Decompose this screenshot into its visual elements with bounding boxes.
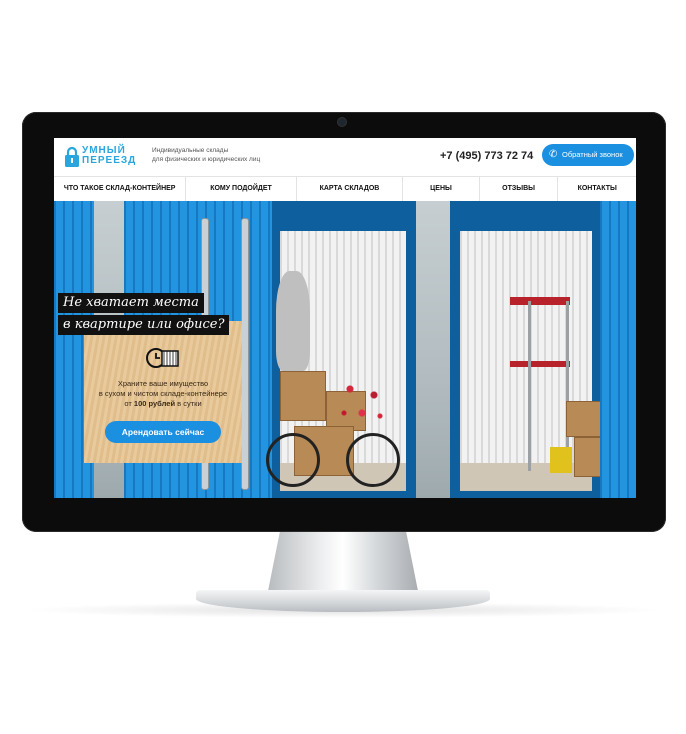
wall [416,201,450,498]
main-nav: ЧТО ТАКОЕ СКЛАД-КОНТЕЙНЕР КОМУ ПОДОЙДЕТ … [54,176,636,202]
price-suffix: в сутки [177,399,202,408]
monitor-stand-neck [268,531,418,591]
callback-button[interactable]: ✆ Обратный звонок [542,144,634,166]
logo[interactable]: УМНЫЙ ПЕРЕЕЗД [64,144,144,170]
hero-headline-line1: Не хватает места [58,293,204,313]
nav-item-who-fits[interactable]: КОМУ ПОДОЙДЕТ [186,177,297,201]
promo-text-line2: в сухом и чистом складе-контейнере [98,389,228,398]
nav-item-reviews[interactable]: ОТЗЫВЫ [480,177,559,201]
cardboard-box [280,371,326,421]
rent-now-button[interactable]: Арендовать сейчас [105,421,221,443]
hand-truck [550,447,572,473]
lion-statue [276,271,310,371]
lock-icon [65,146,79,167]
bicycle-wheel [266,433,320,487]
container-right [600,201,636,498]
callback-button-label: Обратный звонок [562,150,623,159]
door-lock-bar [242,219,248,489]
hero-headline-line2: в квартире или офисе? [58,315,230,335]
nav-item-contacts[interactable]: КОНТАКТЫ [558,177,636,201]
tagline-line1: Индивидуальные склады [152,147,229,154]
rack-post [566,301,569,471]
box-clock-icon [146,348,179,368]
logo-text: УМНЫЙ ПЕРЕЕЗД [82,146,136,166]
bicycle-wheel [346,433,400,487]
nav-item-prices[interactable]: ЦЕНЫ [403,177,480,201]
flowers [332,371,392,431]
promo-text-line1: Храните ваше имущество [117,379,209,388]
webcam-icon [338,118,346,126]
nav-item-what-is[interactable]: ЧТО ТАКОЕ СКЛАД-КОНТЕЙНЕР [54,177,187,201]
site-header: УМНЫЙ ПЕРЕЕЗД Индивидуальные склады для … [54,138,636,176]
rack-shelf [510,361,570,367]
price-prefix: от [124,399,132,408]
container-floor [460,463,592,491]
rack-shelf [510,297,570,305]
tagline: Индивидуальные склады для физических и ю… [152,146,292,164]
phone-number[interactable]: +7 (495) 773 72 74 [440,150,533,162]
logo-line2: ПЕРЕЕЗД [82,155,137,166]
phone-icon: ✆ [549,149,558,160]
price-value: 100 рублей [133,399,176,408]
cardboard-box [566,401,602,437]
website-screen: УМНЫЙ ПЕРЕЕЗД Индивидуальные склады для … [54,138,636,498]
rack-post [528,301,531,471]
promo-text: Храните ваше имущество в сухом и чистом … [92,379,234,409]
tagline-line2: для физических и юридических лиц [152,156,261,163]
promo-text-line3: от 100 рублей в сутки [92,399,234,409]
nav-item-map[interactable]: КАРТА СКЛАДОВ [297,177,404,201]
